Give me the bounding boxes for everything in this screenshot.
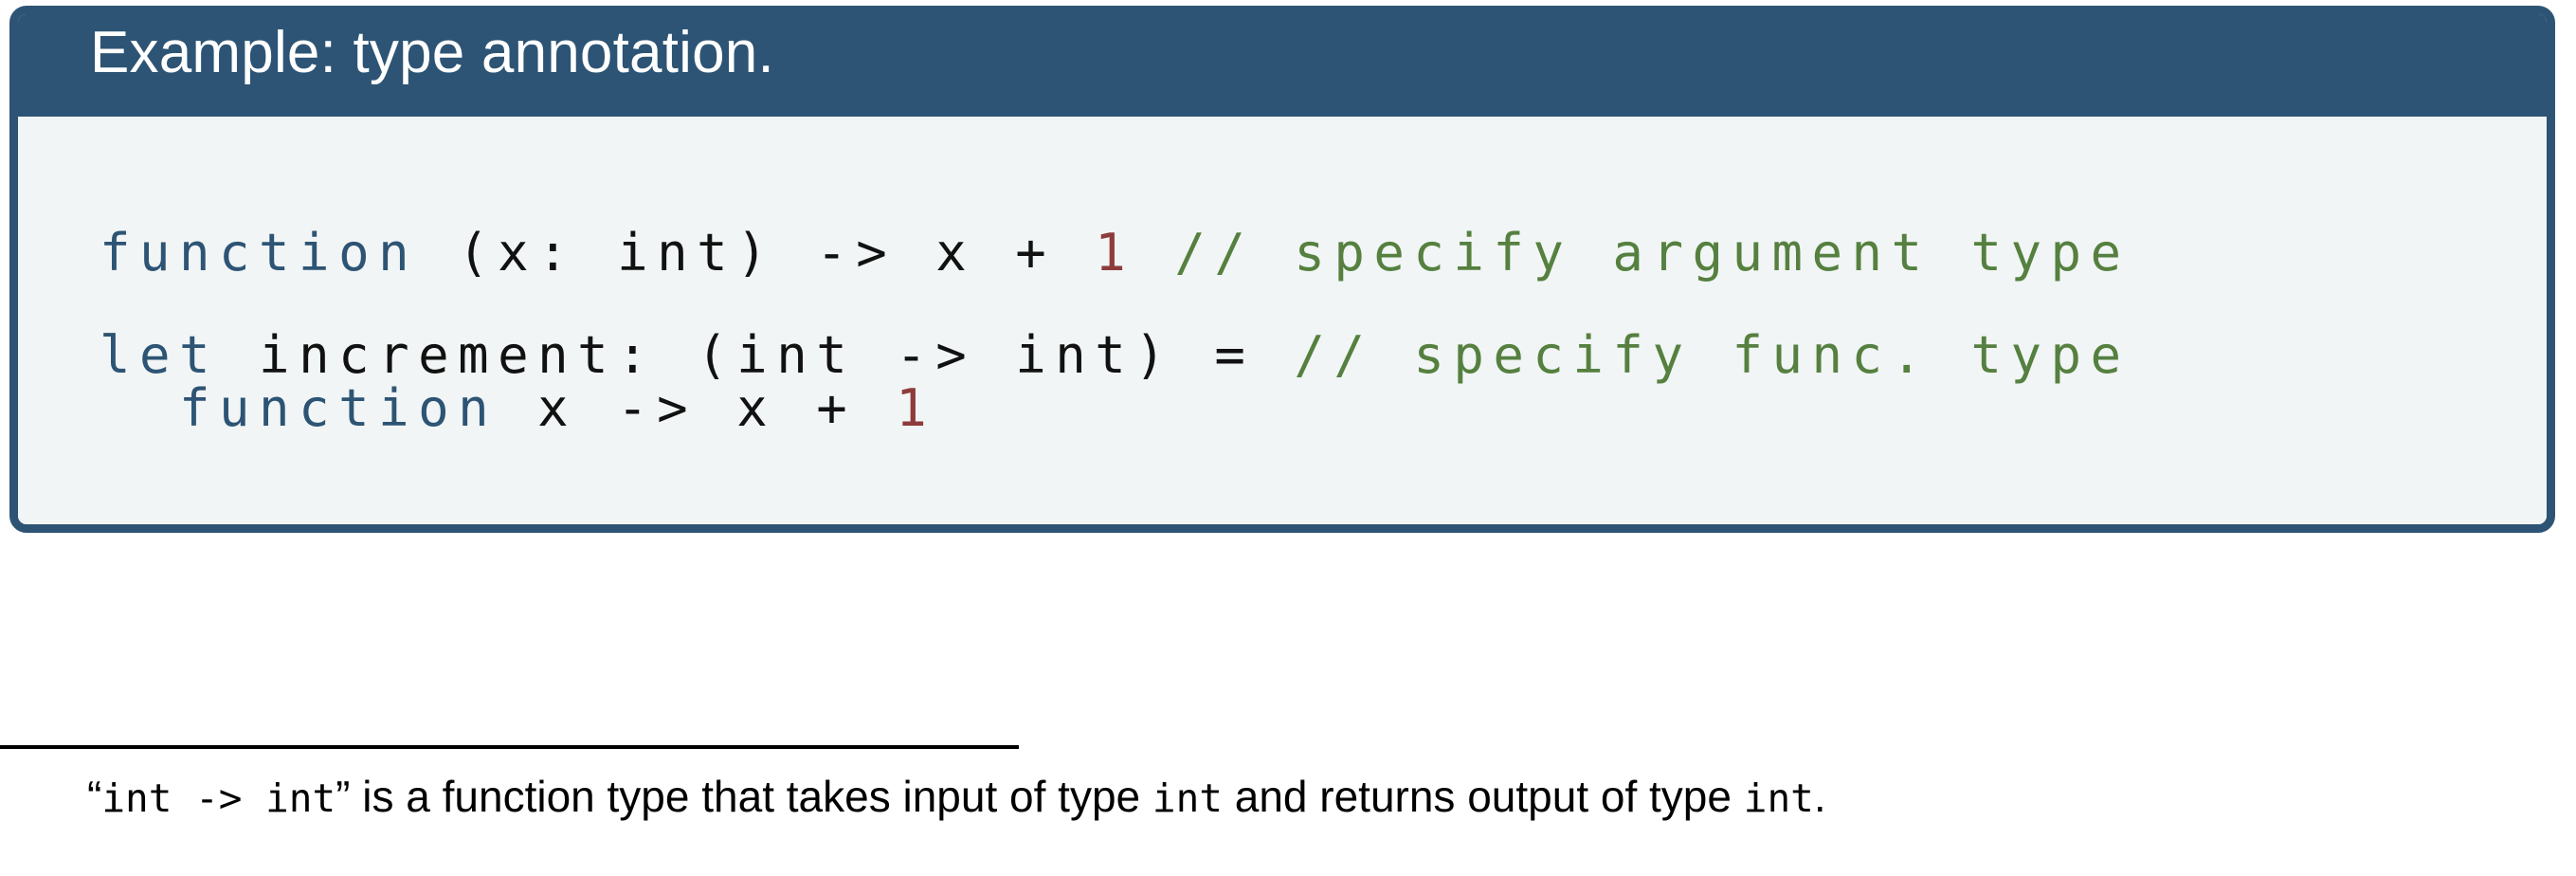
footnote-code-span: int	[1743, 776, 1814, 821]
example-header: Example: type annotation.	[18, 14, 2547, 117]
example-body: function (x: int) -> x + 1 // specify ar…	[18, 117, 2547, 525]
footnote-prose-span: ” is a function type that takes input of…	[336, 772, 1152, 821]
code-token-keyword: let	[100, 325, 220, 386]
code-line: function (x: int) -> x + 1 // specify ar…	[100, 226, 2547, 280]
footnote-text: “int -> int” is a function type that tak…	[87, 770, 1826, 825]
code-token-comment: // specify argument type	[1174, 223, 2131, 283]
footnote-code-span: int -> int	[101, 776, 336, 821]
code-token-comment: // specify func. type	[1294, 325, 2131, 386]
code-token-plain: (x: int) -> x +	[418, 223, 1096, 283]
code-token-plain: x -> x +	[498, 378, 897, 439]
footnote-prose-span: “	[87, 772, 102, 821]
footnote-separator-rule	[0, 745, 1019, 749]
code-token-keyword: function	[100, 223, 419, 283]
code-token-number: 1	[896, 378, 936, 439]
code-token-plain: increment: (int -> int) =	[219, 325, 1295, 386]
code-token-number: 1	[1095, 223, 1135, 283]
code-line: let increment: (int -> int) = // specify…	[100, 329, 2547, 382]
example-title: Example: type annotation.	[90, 20, 774, 85]
code-line: function x -> x + 1	[100, 382, 2547, 435]
footnote-code-span: int	[1152, 776, 1223, 821]
footnote-prose-span: .	[1813, 772, 1826, 821]
footnote-prose-span: and returns output of type	[1222, 772, 1744, 821]
example-callout-box: Example: type annotation. function (x: i…	[9, 6, 2555, 534]
code-listing: function (x: int) -> x + 1 // specify ar…	[100, 226, 2547, 435]
code-token-keyword: function	[179, 378, 499, 439]
